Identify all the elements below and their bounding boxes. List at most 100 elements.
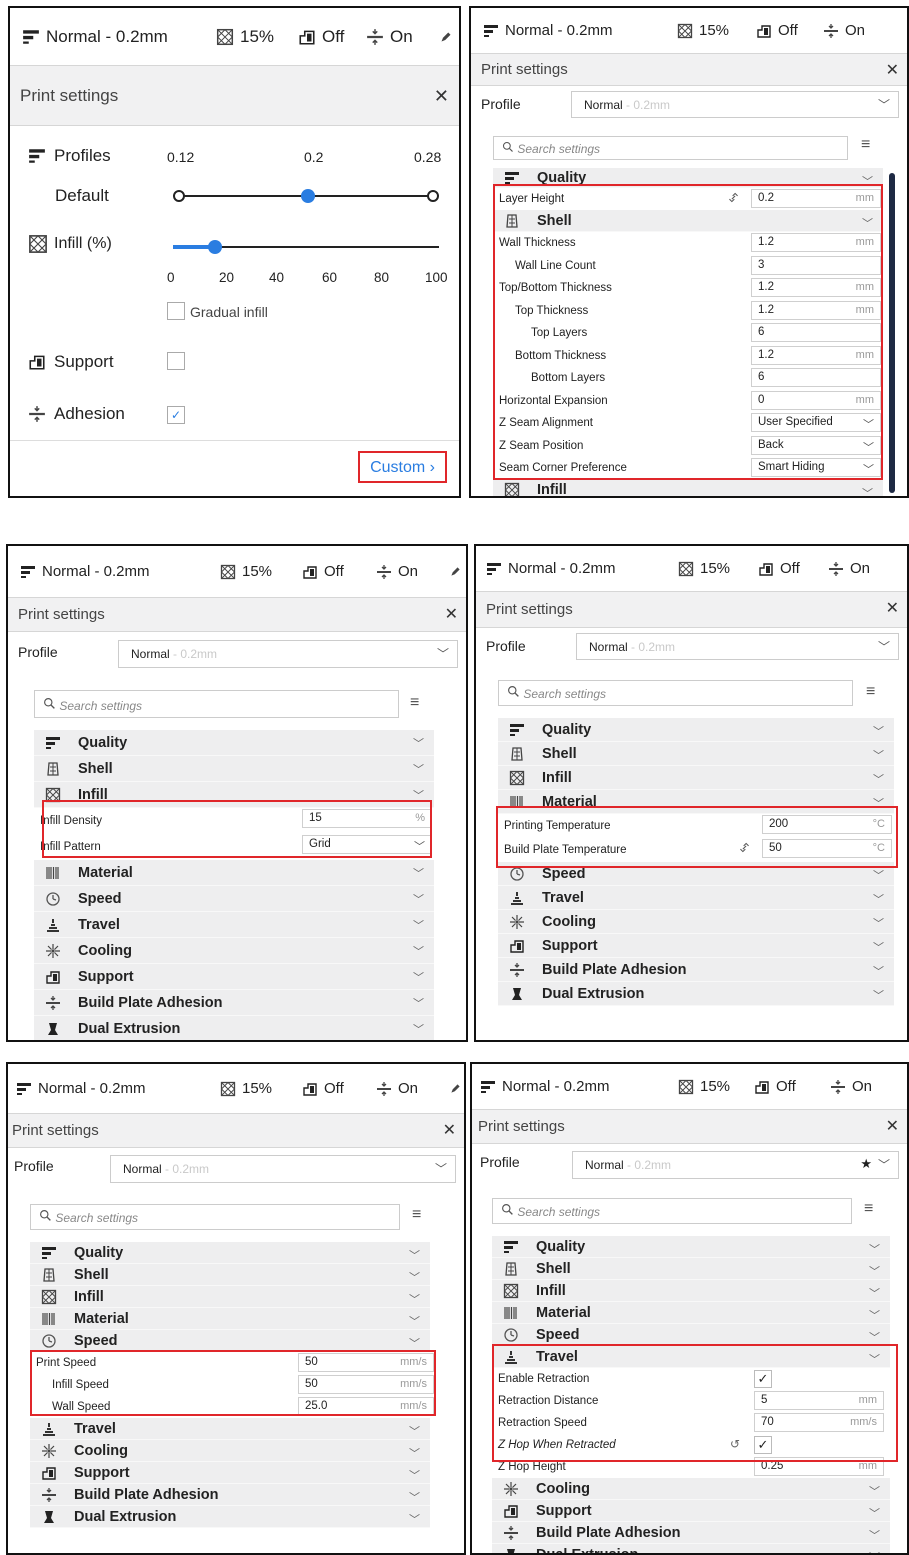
infill-summary[interactable]: 15% xyxy=(220,1064,272,1113)
close-icon[interactable]: ✕ xyxy=(886,1116,899,1136)
search-settings-input[interactable]: Search settings xyxy=(34,690,399,718)
profile-value: Normal xyxy=(131,647,170,661)
category-speed[interactable]: Speed ﹀ xyxy=(492,1324,890,1346)
category-quality[interactable]: Quality ﹀ xyxy=(498,718,894,742)
category-cooling[interactable]: Cooling ﹀ xyxy=(498,910,894,934)
category-infill[interactable]: Infill ﹀ xyxy=(498,766,894,790)
support-summary[interactable]: Off xyxy=(756,8,798,53)
category-label: Shell xyxy=(78,760,113,777)
category-speed[interactable]: Speed ﹀ xyxy=(30,1330,430,1352)
support-summary[interactable]: Off xyxy=(298,8,344,65)
scrollbar[interactable] xyxy=(889,173,895,493)
category-quality[interactable]: Quality ﹀ xyxy=(492,1236,890,1258)
close-icon[interactable]: ✕ xyxy=(434,86,449,107)
chevron-down-icon: ﹀ xyxy=(873,726,884,738)
settings-menu-icon[interactable]: ≡ xyxy=(412,1206,421,1224)
adhesion-summary[interactable]: On xyxy=(830,1064,872,1109)
infill-icon xyxy=(216,28,234,45)
category-dual[interactable]: Dual Extrusion ﹀ xyxy=(34,1016,434,1040)
infill-slider[interactable] xyxy=(173,240,439,254)
category-support[interactable]: Support ﹀ xyxy=(34,964,434,990)
favorite-star-icon[interactable]: ★ xyxy=(860,1156,872,1172)
category-adhesion[interactable]: Build Plate Adhesion ﹀ xyxy=(34,990,434,1016)
category-shell[interactable]: Shell ﹀ xyxy=(498,742,894,766)
search-settings-input[interactable]: Search settings xyxy=(493,136,848,160)
category-material[interactable]: Material ﹀ xyxy=(492,1302,890,1324)
support-summary[interactable]: Off xyxy=(754,1064,796,1109)
category-shell[interactable]: Shell ﹀ xyxy=(30,1264,430,1286)
profile-dropdown[interactable]: Normal - 0.2mm ﹀ xyxy=(110,1155,456,1183)
slider-handle[interactable] xyxy=(208,240,222,254)
category-shell[interactable]: Shell ﹀ xyxy=(34,756,434,782)
category-support[interactable]: Support ﹀ xyxy=(30,1462,430,1484)
category-dual[interactable]: Dual Extrusion ﹀ xyxy=(30,1506,430,1528)
support-summary[interactable]: Off xyxy=(302,546,344,597)
category-quality[interactable]: Quality ﹀ xyxy=(30,1242,430,1264)
close-icon[interactable]: ✕ xyxy=(886,598,899,618)
category-infill[interactable]: Infill ﹀ xyxy=(493,479,883,496)
category-quality[interactable]: Quality ﹀ xyxy=(34,730,434,756)
close-icon[interactable]: ✕ xyxy=(886,60,899,80)
profile-dropdown[interactable]: Normal - 0.2mm ﹀ xyxy=(576,633,899,660)
infill-summary[interactable]: 15% xyxy=(220,546,272,597)
search-settings-input[interactable]: Search settings xyxy=(30,1204,400,1230)
infill-summary[interactable]: 15% xyxy=(678,1064,730,1109)
settings-menu-icon[interactable]: ≡ xyxy=(866,683,875,701)
category-adhesion[interactable]: Build Plate Adhesion ﹀ xyxy=(498,958,894,982)
category-infill[interactable]: Infill ﹀ xyxy=(492,1280,890,1302)
category-cooling[interactable]: Cooling ﹀ xyxy=(34,938,434,964)
profile-dropdown[interactable]: Normal - 0.2mm ﹀ xyxy=(118,640,458,668)
category-speed[interactable]: Speed ﹀ xyxy=(34,886,434,912)
infill-summary[interactable]: 15% xyxy=(678,546,730,591)
support-summary[interactable]: Off xyxy=(758,546,800,591)
close-icon[interactable]: ✕ xyxy=(445,604,458,624)
infill-summary[interactable]: 15% xyxy=(216,8,274,65)
category-label: Support xyxy=(74,1464,130,1481)
category-support[interactable]: Support ﹀ xyxy=(498,934,894,958)
settings-menu-icon[interactable]: ≡ xyxy=(864,1200,873,1218)
support-checkbox[interactable] xyxy=(167,352,185,370)
search-settings-input[interactable]: Search settings xyxy=(498,680,853,706)
profile-dropdown[interactable]: Normal - 0.2mm ﹀ xyxy=(571,91,899,118)
category-shell[interactable]: Shell ﹀ xyxy=(492,1258,890,1280)
profile-selector[interactable]: Normal - 0.2mm xyxy=(483,8,613,53)
category-cooling[interactable]: Cooling ﹀ xyxy=(492,1478,890,1500)
category-dual[interactable]: Dual Extrusion ﹀ xyxy=(498,982,894,1006)
category-adhesion[interactable]: Build Plate Adhesion ﹀ xyxy=(492,1522,890,1544)
category-cooling[interactable]: Cooling ﹀ xyxy=(30,1440,430,1462)
category-travel[interactable]: Travel ﹀ xyxy=(498,886,894,910)
category-travel[interactable]: Travel ﹀ xyxy=(30,1418,430,1440)
category-infill[interactable]: Infill ﹀ xyxy=(30,1286,430,1308)
category-support[interactable]: Support ﹀ xyxy=(492,1500,890,1522)
adhesion-summary[interactable]: On xyxy=(376,1064,418,1113)
search-settings-input[interactable]: Search settings xyxy=(492,1198,852,1224)
adhesion-checkbox[interactable]: ✓ xyxy=(167,406,185,424)
infill-summary[interactable]: 15% xyxy=(677,8,729,53)
close-icon[interactable]: ✕ xyxy=(443,1120,456,1140)
adhesion-summary[interactable]: On xyxy=(376,546,418,597)
settings-menu-icon[interactable]: ≡ xyxy=(861,136,870,154)
adhesion-summary[interactable]: On xyxy=(828,546,870,591)
profile-selector[interactable]: Normal - 0.2mm xyxy=(22,8,168,65)
custom-button[interactable]: Custom › xyxy=(358,451,447,483)
support-summary[interactable]: Off xyxy=(302,1064,344,1113)
category-material[interactable]: Material ﹀ xyxy=(30,1308,430,1330)
adhesion-summary[interactable]: On xyxy=(366,8,413,65)
profile-selector[interactable]: Normal - 0.2mm xyxy=(486,546,616,591)
slider-handle[interactable] xyxy=(301,189,315,203)
profile-selector[interactable]: Normal - 0.2mm xyxy=(16,1064,146,1113)
profile-dropdown[interactable]: Normal - 0.2mm ★ ﹀ xyxy=(572,1151,899,1179)
layer-height-slider[interactable] xyxy=(173,189,439,203)
edit-pencil-icon[interactable] xyxy=(450,1064,461,1113)
category-adhesion[interactable]: Build Plate Adhesion ﹀ xyxy=(30,1484,430,1506)
edit-pencil-icon[interactable] xyxy=(440,8,452,65)
category-dual[interactable]: Dual Extrusion ﹀ xyxy=(492,1544,890,1553)
settings-menu-icon[interactable]: ≡ xyxy=(410,694,419,712)
category-material[interactable]: Material ﹀ xyxy=(34,860,434,886)
category-travel[interactable]: Travel ﹀ xyxy=(34,912,434,938)
profile-selector[interactable]: Normal - 0.2mm xyxy=(480,1064,610,1109)
gradual-infill-checkbox[interactable] xyxy=(167,302,185,320)
profile-selector[interactable]: Normal - 0.2mm xyxy=(20,546,150,597)
adhesion-summary[interactable]: On xyxy=(823,8,865,53)
edit-pencil-icon[interactable] xyxy=(450,546,461,597)
